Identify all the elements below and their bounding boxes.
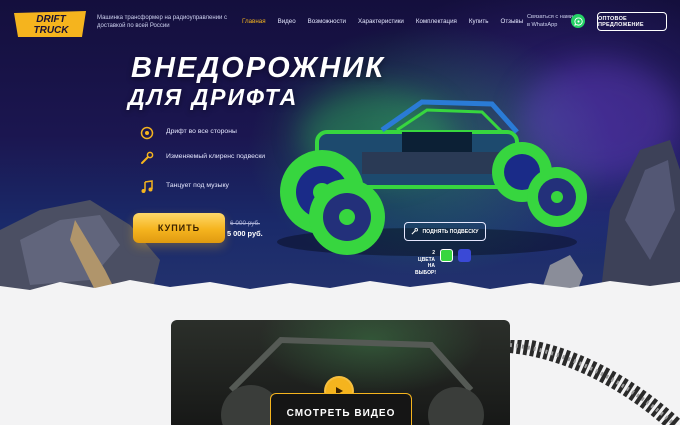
lift-label: ПОДНЯТЬ ПОДВЕСКУ [422,228,479,235]
nav-item-buy[interactable]: Купить [469,18,489,25]
nav-item-reviews[interactable]: Отзывы [501,18,524,25]
tire-track-image [509,340,680,425]
wheel-icon [138,124,156,142]
nav-item-specs[interactable]: Характеристики [358,18,404,25]
torn-edge [0,280,680,298]
feature-text: Изменяемый клиренс подвески [166,153,266,160]
feature-clearance: Изменяемый клиренс подвески [138,149,276,167]
whatsapp-icon[interactable] [571,14,585,28]
feature-text: Танцует под музыку [166,182,229,189]
tagline: Машинка трансформер на радиоуправлении с… [97,15,228,29]
wrench-icon [411,228,419,235]
nav-item-features[interactable]: Возможности [308,18,346,25]
feature-music: Танцует под музыку [138,178,276,196]
lift-suspension-button[interactable]: ПОДНЯТЬ ПОДВЕСКУ [404,222,486,241]
hero-section: DRIFT TRUCK Машинка трансформер на радио… [0,0,680,300]
music-note-icon [138,178,156,196]
feature-text: Дрифт во все стороны [166,128,237,135]
color-swatch-green[interactable] [440,249,453,262]
hero-title-line1: ВНЕДОРОЖНИК [131,52,386,84]
wholesale-button[interactable]: ОПТОВОЕ ПРЕДЛОЖЕНИЕ [597,12,667,31]
feature-drift: Дрифт во все стороны [138,124,276,142]
logo-text-1: DRIFT [36,14,66,25]
color-swatch-blue[interactable] [458,249,471,262]
whatsapp-text: Связаться с нами в WhatsApp [527,14,573,28]
price-new: 5 000 руб. [227,229,263,238]
logo-text-2: TRUCK [34,25,70,36]
nav-item-video[interactable]: Видео [278,18,296,25]
right-rock-image [600,140,680,300]
price-old: 6 000 руб. [230,220,260,227]
nav-item-home[interactable]: Главная [242,18,266,25]
nav-item-package[interactable]: Комплектация [416,18,457,25]
buy-button[interactable]: КУПИТЬ [133,213,225,243]
wrench-icon [138,149,156,167]
colors-label: 2 ЦВЕТА НА ВЫБОР! [415,250,436,276]
logo[interactable]: DRIFT TRUCK [12,9,90,39]
main-nav: Главная Видео Возможности Характеристики… [242,18,535,25]
watch-video-label[interactable]: СМОТРЕТЬ ВИДЕО [270,393,412,425]
